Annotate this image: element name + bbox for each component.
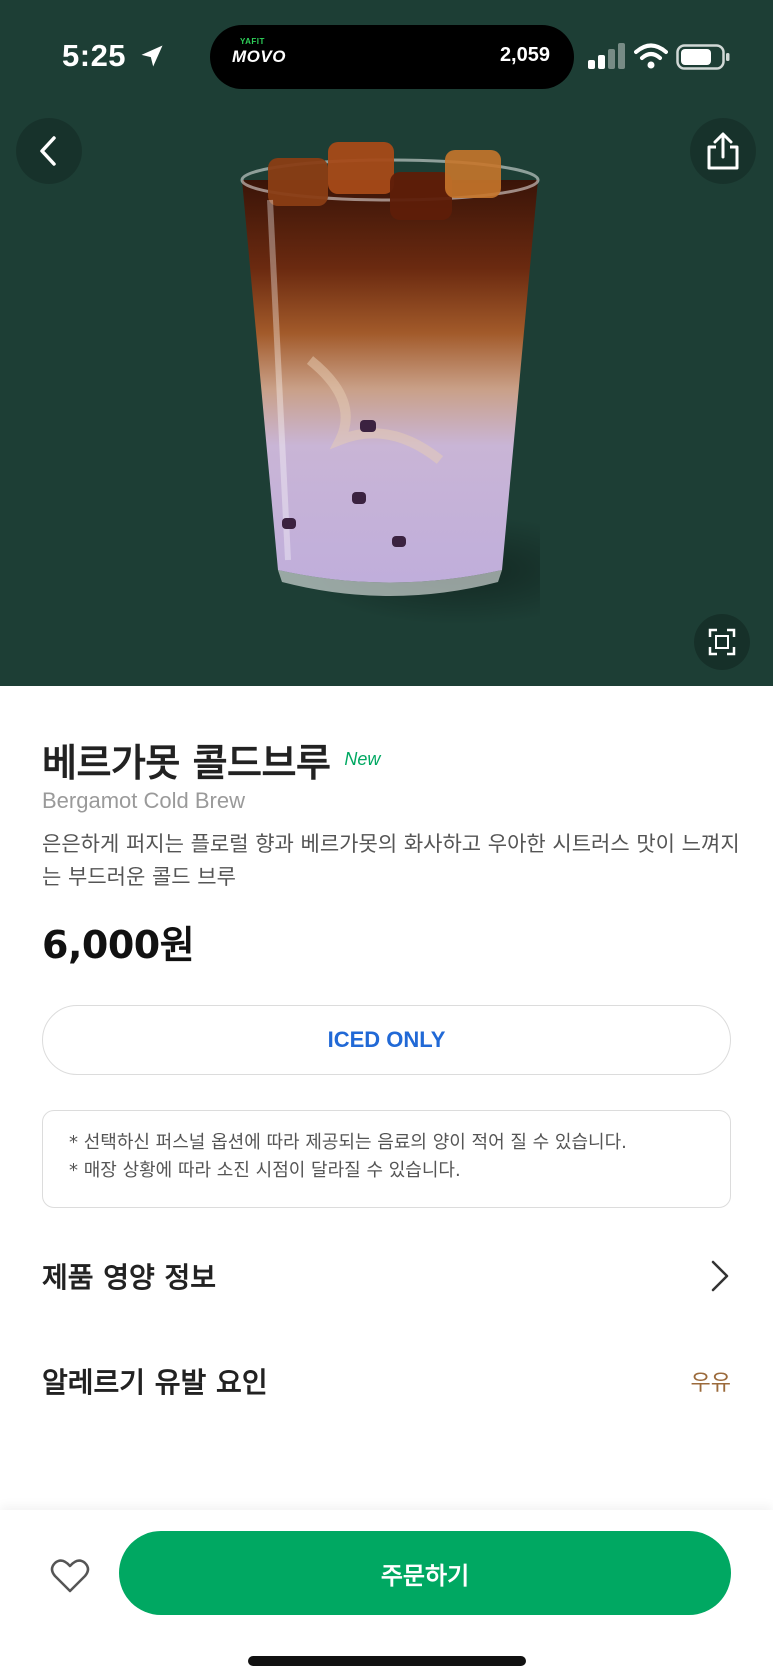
product-description: 은은하게 퍼지는 플로럴 향과 베르가못의 화사하고 우아한 시트러스 맛이 느… <box>42 832 740 889</box>
chevron-left-icon <box>40 136 56 166</box>
allergy-info-value: 우유 <box>690 1371 731 1396</box>
dynamic-island[interactable]: YAFIT MOVO 2,059 <box>210 25 574 89</box>
product-name-english: Bergamot Cold Brew <box>42 788 245 813</box>
product-hero: 5:25 YAFIT MOVO 2,059 <box>0 0 773 686</box>
temperature-option-label: ICED ONLY <box>327 1027 446 1052</box>
notice-line: * 매장 상황에 따라 소진 시점이 달라질 수 있습니다. <box>69 1160 461 1181</box>
battery-icon <box>676 44 730 70</box>
status-time: 5:25 <box>62 38 127 73</box>
notice-line: * 선택하신 퍼스널 옵션에 따라 제공되는 음료의 양이 적어 질 수 있습니… <box>69 1132 627 1153</box>
allergy-info-label: 알레르기 유발 요인 <box>42 1366 268 1399</box>
back-button[interactable] <box>16 118 82 184</box>
island-step-count: 2,059 <box>499 44 550 66</box>
new-badge: New <box>344 749 381 769</box>
expand-image-button[interactable] <box>694 614 750 670</box>
location-arrow-icon <box>141 45 163 67</box>
wifi-icon <box>634 43 668 69</box>
cellular-signal-icon <box>588 43 625 69</box>
order-button-label: 주문하기 <box>380 1561 470 1590</box>
notice-box: * 선택하신 퍼스널 옵션에 따라 제공되는 음료의 양이 적어 질 수 있습니… <box>42 1110 731 1208</box>
temperature-option[interactable]: ICED ONLY <box>42 1005 731 1075</box>
nutrition-info-row[interactable]: 제품 영양 정보 <box>42 1246 731 1306</box>
nutrition-info-label: 제품 영양 정보 <box>42 1261 217 1294</box>
product-price: 6,000원 <box>42 923 195 967</box>
expand-icon <box>708 628 736 656</box>
heart-icon <box>50 1559 90 1593</box>
share-icon <box>707 132 739 170</box>
bottom-action-bar: 주문하기 <box>0 1510 773 1679</box>
island-brand-logo: MOVO <box>232 47 286 66</box>
title-row: 베르가못 콜드브루 New <box>42 732 380 787</box>
favorite-button[interactable] <box>46 1552 94 1600</box>
order-button[interactable]: 주문하기 <box>119 1531 731 1615</box>
status-bar: 5:25 YAFIT MOVO 2,059 <box>0 0 773 110</box>
share-button[interactable] <box>690 118 756 184</box>
product-name: 베르가못 콜드브루 <box>42 741 331 785</box>
island-brand-small: YAFIT <box>240 37 265 46</box>
allergy-info-row: 알레르기 유발 요인 우유 <box>42 1351 731 1411</box>
chevron-right-icon <box>711 1260 729 1292</box>
home-indicator[interactable] <box>248 1656 526 1666</box>
product-image <box>240 142 540 625</box>
